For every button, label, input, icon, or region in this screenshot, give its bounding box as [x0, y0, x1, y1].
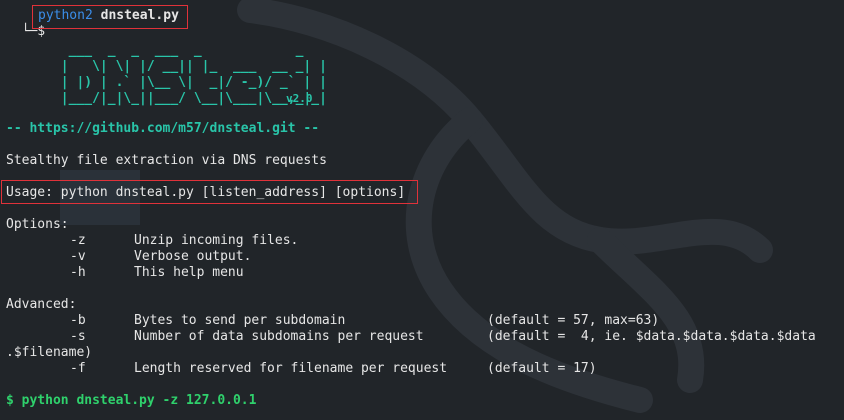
command-argument: dnsteal.py	[100, 8, 179, 23]
option-flag: -v	[70, 249, 86, 264]
banner-line-4: |___/|_|\_||___/ \__|\___|\__,_|_|	[6, 91, 327, 106]
option-text: This help menu	[134, 265, 244, 280]
repo-url-line: -- https://github.com/m57/dnsteal.git --	[6, 121, 320, 136]
advanced-default: (default = 17)	[487, 361, 597, 376]
advanced-text: Length reserved for filename per request	[134, 361, 448, 376]
option-flag: -z	[70, 233, 86, 248]
advanced-flag: -s	[70, 329, 86, 344]
advanced-text: Number of data subdomains per request	[134, 329, 424, 344]
advanced-flag: -b	[70, 313, 86, 328]
advanced-default: (default = 4, ie. $data.$data.$data.$dat…	[487, 329, 816, 344]
option-flag: -h	[70, 265, 86, 280]
command-text: python2 dnsteal.py	[38, 8, 179, 24]
example-command: $ python dnsteal.py -z 127.0.0.1	[6, 393, 257, 408]
banner-line-3: | |) | .` |\__ \| _|/ -_)/ _` | |	[6, 75, 335, 90]
banner-version: v2.0	[286, 92, 313, 105]
banner-line-1: ___ _ _ ___ _ _	[6, 43, 320, 58]
advanced-flag: -f	[70, 361, 86, 376]
option-text: Unzip incoming files.	[134, 233, 299, 248]
advanced-default: (default = 57, max=63)	[487, 313, 660, 328]
description-line: Stealthy file extraction via DNS request…	[6, 153, 327, 168]
command-name: python2	[38, 8, 93, 23]
banner-line-2: | \| \| |/ __|| |_ ___ __ _| |	[6, 59, 335, 74]
advanced-heading: Advanced:	[6, 297, 77, 312]
advanced-text: Bytes to send per subdomain	[134, 313, 346, 328]
usage-line: Usage: python dnsteal.py [listen_address…	[6, 185, 406, 200]
option-text: Verbose output.	[134, 249, 252, 264]
advanced-wrap-continuation: .$filename)	[6, 345, 93, 360]
options-heading: Options:	[6, 217, 69, 232]
